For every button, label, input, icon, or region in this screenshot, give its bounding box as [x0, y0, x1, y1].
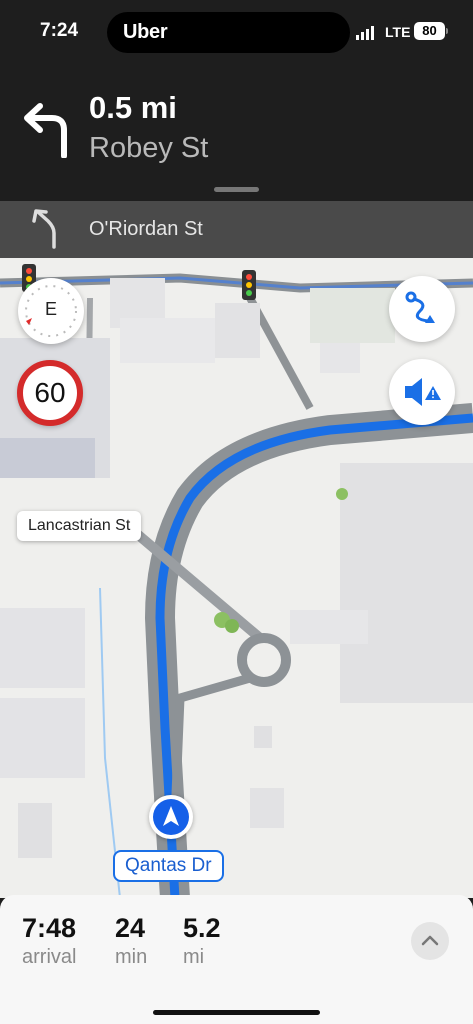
speed-limit-sign: 60 — [17, 360, 83, 426]
arrival-label: arrival — [22, 946, 77, 968]
signal-icon — [356, 26, 374, 40]
network-type: LTE — [385, 24, 411, 40]
compass-button[interactable]: E — [18, 278, 84, 344]
battery-level: 80 — [422, 23, 437, 38]
map-canvas — [0, 258, 473, 898]
turn-instruction-panel[interactable]: 0.5 mi Robey St — [0, 70, 473, 201]
dynamic-island[interactable]: Uber — [107, 12, 350, 53]
trip-summary-sheet[interactable]: 7:48 arrival 24 min 5.2 mi — [0, 895, 473, 1024]
turn-left-arrow-icon — [24, 103, 67, 158]
navigation-map[interactable]: E 60 Lancastrian St Qantas Dr — [0, 258, 473, 898]
arrival-time: 7:48 — [22, 913, 77, 943]
home-indicator[interactable] — [153, 1010, 320, 1015]
current-location-puck — [149, 795, 193, 839]
battery-tip — [446, 28, 448, 34]
compass-heading: E — [44, 299, 57, 319]
next-turn-street: O'Riordan St — [89, 218, 203, 240]
distance-stat: 5.2 mi — [183, 913, 221, 969]
status-time: 7:24 — [40, 20, 79, 41]
turn-distance: 0.5 mi — [89, 90, 177, 125]
duration-value: 24 — [115, 913, 146, 943]
slight-left-arrow-icon — [32, 209, 56, 249]
turn-street-name: Robey St — [89, 132, 209, 164]
battery-icon: 80 — [414, 22, 445, 40]
arrival-stat: 7:48 arrival — [22, 913, 76, 969]
next-turn-bar[interactable]: O'Riordan St — [0, 201, 473, 258]
chevron-up-icon — [421, 935, 439, 946]
panel-grabber-handle[interactable] — [214, 187, 259, 192]
speed-limit-value: 60 — [34, 377, 66, 408]
speaker-alert-icon — [405, 378, 441, 406]
distance-label: mi — [183, 946, 205, 968]
status-bar: 7:24 Uber LTE 80 — [0, 0, 473, 70]
duration-stat: 24 min — [115, 913, 147, 969]
duration-label: min — [115, 946, 148, 968]
location-arrow-icon — [153, 799, 189, 835]
street-name-callout: Lancastrian St — [17, 511, 142, 541]
expand-sheet-button[interactable] — [411, 922, 449, 960]
route-overview-button[interactable] — [389, 276, 455, 342]
route-overview-icon — [405, 291, 435, 323]
audio-alerts-button[interactable] — [389, 359, 455, 425]
current-road-label: Qantas Dr — [113, 850, 224, 882]
distance-value: 5.2 — [183, 913, 221, 943]
island-app-name: Uber — [123, 21, 168, 43]
